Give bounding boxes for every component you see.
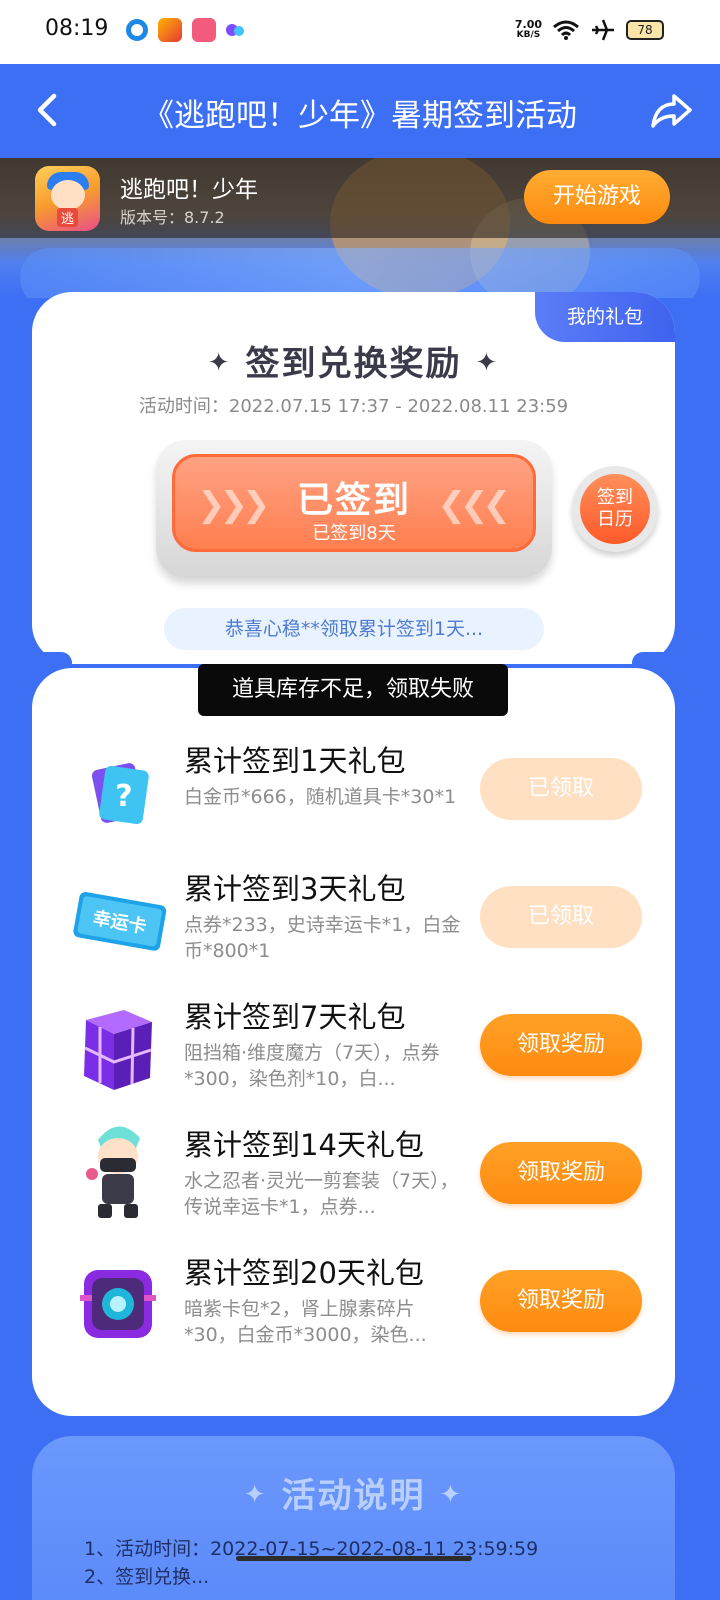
game-version: 版本号：8.7.2 [120,208,225,227]
signin-label: 已签到 [296,480,411,521]
page-title: 《逃跑吧！少年》暑期签到活动 [143,98,577,134]
status-bar: 08:19 7.00 KB/S 78 [0,0,720,64]
gift-desc: 阻挡箱·维度魔方（7天），点券*300，染色剂*10，白... [184,1042,440,1090]
start-game-button[interactable]: 开始游戏 [524,170,670,224]
purple-card-pack-icon [80,1270,156,1338]
gift-row-3: 累计签到7天礼包 阻挡箱·维度魔方（7天），点券*300，染色剂*10，白...… [32,994,675,1122]
question-card-icon: ? [91,763,149,825]
logo-face [51,180,85,210]
net-speed-unit: KB/S [516,30,541,40]
game-info-bar: 逃 逃跑吧！少年 版本号：8.7.2 开始游戏 [0,158,720,238]
gift-title: 累计签到7天礼包 [184,1000,406,1034]
sparkle-icon: ✦ [439,1480,464,1510]
net-speed-value: 7.00 [514,18,542,31]
net-speed: 7.00 KB/S [515,19,542,41]
dots-app-icon [226,20,246,40]
gift-row-2: 幸运卡 累计签到3天礼包 点券*233，史诗幸运卡*1，白金币*800*1 已领… [32,866,675,994]
back-arrow-icon[interactable] [30,88,70,132]
share-icon[interactable] [648,88,694,132]
battery-icon: 78 [626,20,664,40]
claim-reward-button[interactable]: 领取奖励 [480,1270,642,1332]
purple-cube-icon [84,1010,152,1090]
gift-title: 累计签到1天礼包 [184,744,406,778]
error-toast: 道具库存不足，领取失败 [198,664,508,716]
status-indicators: 7.00 KB/S 78 [515,18,664,42]
sparkle-icon: ✦ [243,1480,268,1510]
gift-claimed-button[interactable]: 已领取 [480,886,642,948]
description-title-row: ✦ 活动说明 ✦ [32,1468,675,1517]
claim-reward-button[interactable]: 领取奖励 [480,1014,642,1076]
game-banner: 逃 逃跑吧！少年 版本号：8.7.2 开始游戏 [0,158,720,298]
lucky-card-icon: 幸运卡 [73,891,167,951]
game-app-icon [158,18,182,42]
gift-row-4: 累计签到14天礼包 水之忍者·灵光一剪套装（7天），传说幸运卡*1，点券... … [32,1122,675,1250]
activity-time: 活动时间：2022.07.15 17:37 - 2022.08.11 23:59 [138,396,569,417]
title-bar: 《逃跑吧！少年》暑期签到活动 [0,64,720,158]
signin-title-row: ✦ 签到兑换奖励 ✦ [32,336,675,385]
app-circle-icon [126,19,148,41]
home-indicator[interactable] [236,1556,472,1561]
description-line: 2、签到兑换... [84,1566,210,1588]
signin-card: 我的礼包 ✦ 签到兑换奖励 ✦ 活动时间：2022.07.15 17:37 - 20… [32,292,675,664]
banner-art-glow [20,248,700,298]
gift-row-5: 累计签到20天礼包 暗紫卡包*2，肾上腺素碎片*30，白金币*3000，染色..… [32,1250,675,1378]
status-time: 08:19 [45,16,109,41]
gift-desc: 暗紫卡包*2，肾上腺素碎片*30，白金币*3000，染色... [184,1298,427,1346]
gift-claimed-button[interactable]: 已领取 [480,758,642,820]
gift-title: 累计签到14天礼包 [184,1128,424,1162]
sparkle-icon: ✦ [207,348,232,378]
gift-desc: 点券*233，史诗幸运卡*1，白金币*800*1 [184,914,461,962]
my-gift-tab[interactable]: 我的礼包 [535,292,675,342]
question-mark: ? [115,779,132,814]
claim-notice: 恭喜心稳**领取累计签到1天... [164,608,544,650]
gift-desc: 白金币*666，随机道具卡*30*1 [184,786,457,808]
signin-days: 已签到8天 [312,523,396,544]
signin-button[interactable]: ❯❯❯ ❮❮❮ 已签到 已签到8天 [172,454,536,552]
signin-title: 签到兑换奖励 [245,344,462,384]
logo-tag: 逃 [57,208,79,227]
claim-reward-button[interactable]: 领取奖励 [480,1142,642,1204]
game-name: 逃跑吧！少年 [120,177,258,203]
airplane-icon [592,19,614,41]
gift-row-1: ? 累计签到1天礼包 白金币*666，随机道具卡*30*1 已领取 [32,738,675,866]
wifi-icon [553,20,579,40]
calendar-label: 签到日历 [580,474,650,544]
description-title: 活动说明 [281,1476,426,1516]
calendar-button[interactable]: 签到日历 [572,466,658,552]
gift-desc: 水之忍者·灵光一剪套装（7天），传说幸运卡*1，点券... [184,1170,459,1218]
gift-title: 累计签到3天礼包 [184,872,406,906]
activity-description-card: ✦ 活动说明 ✦ 1、活动时间：2022-07-15~2022-08-11 23:5… [32,1436,675,1600]
game-app-logo: 逃 [35,166,100,231]
sparkle-icon: ✦ [475,348,500,378]
gift-title: 累计签到20天礼包 [184,1256,424,1290]
pink-app-icon [192,18,216,42]
ninja-character-icon [86,1126,140,1218]
status-app-icons [126,18,246,42]
signin-button-frame: ❯❯❯ ❮❮❮ 已签到 已签到8天 [156,440,552,578]
